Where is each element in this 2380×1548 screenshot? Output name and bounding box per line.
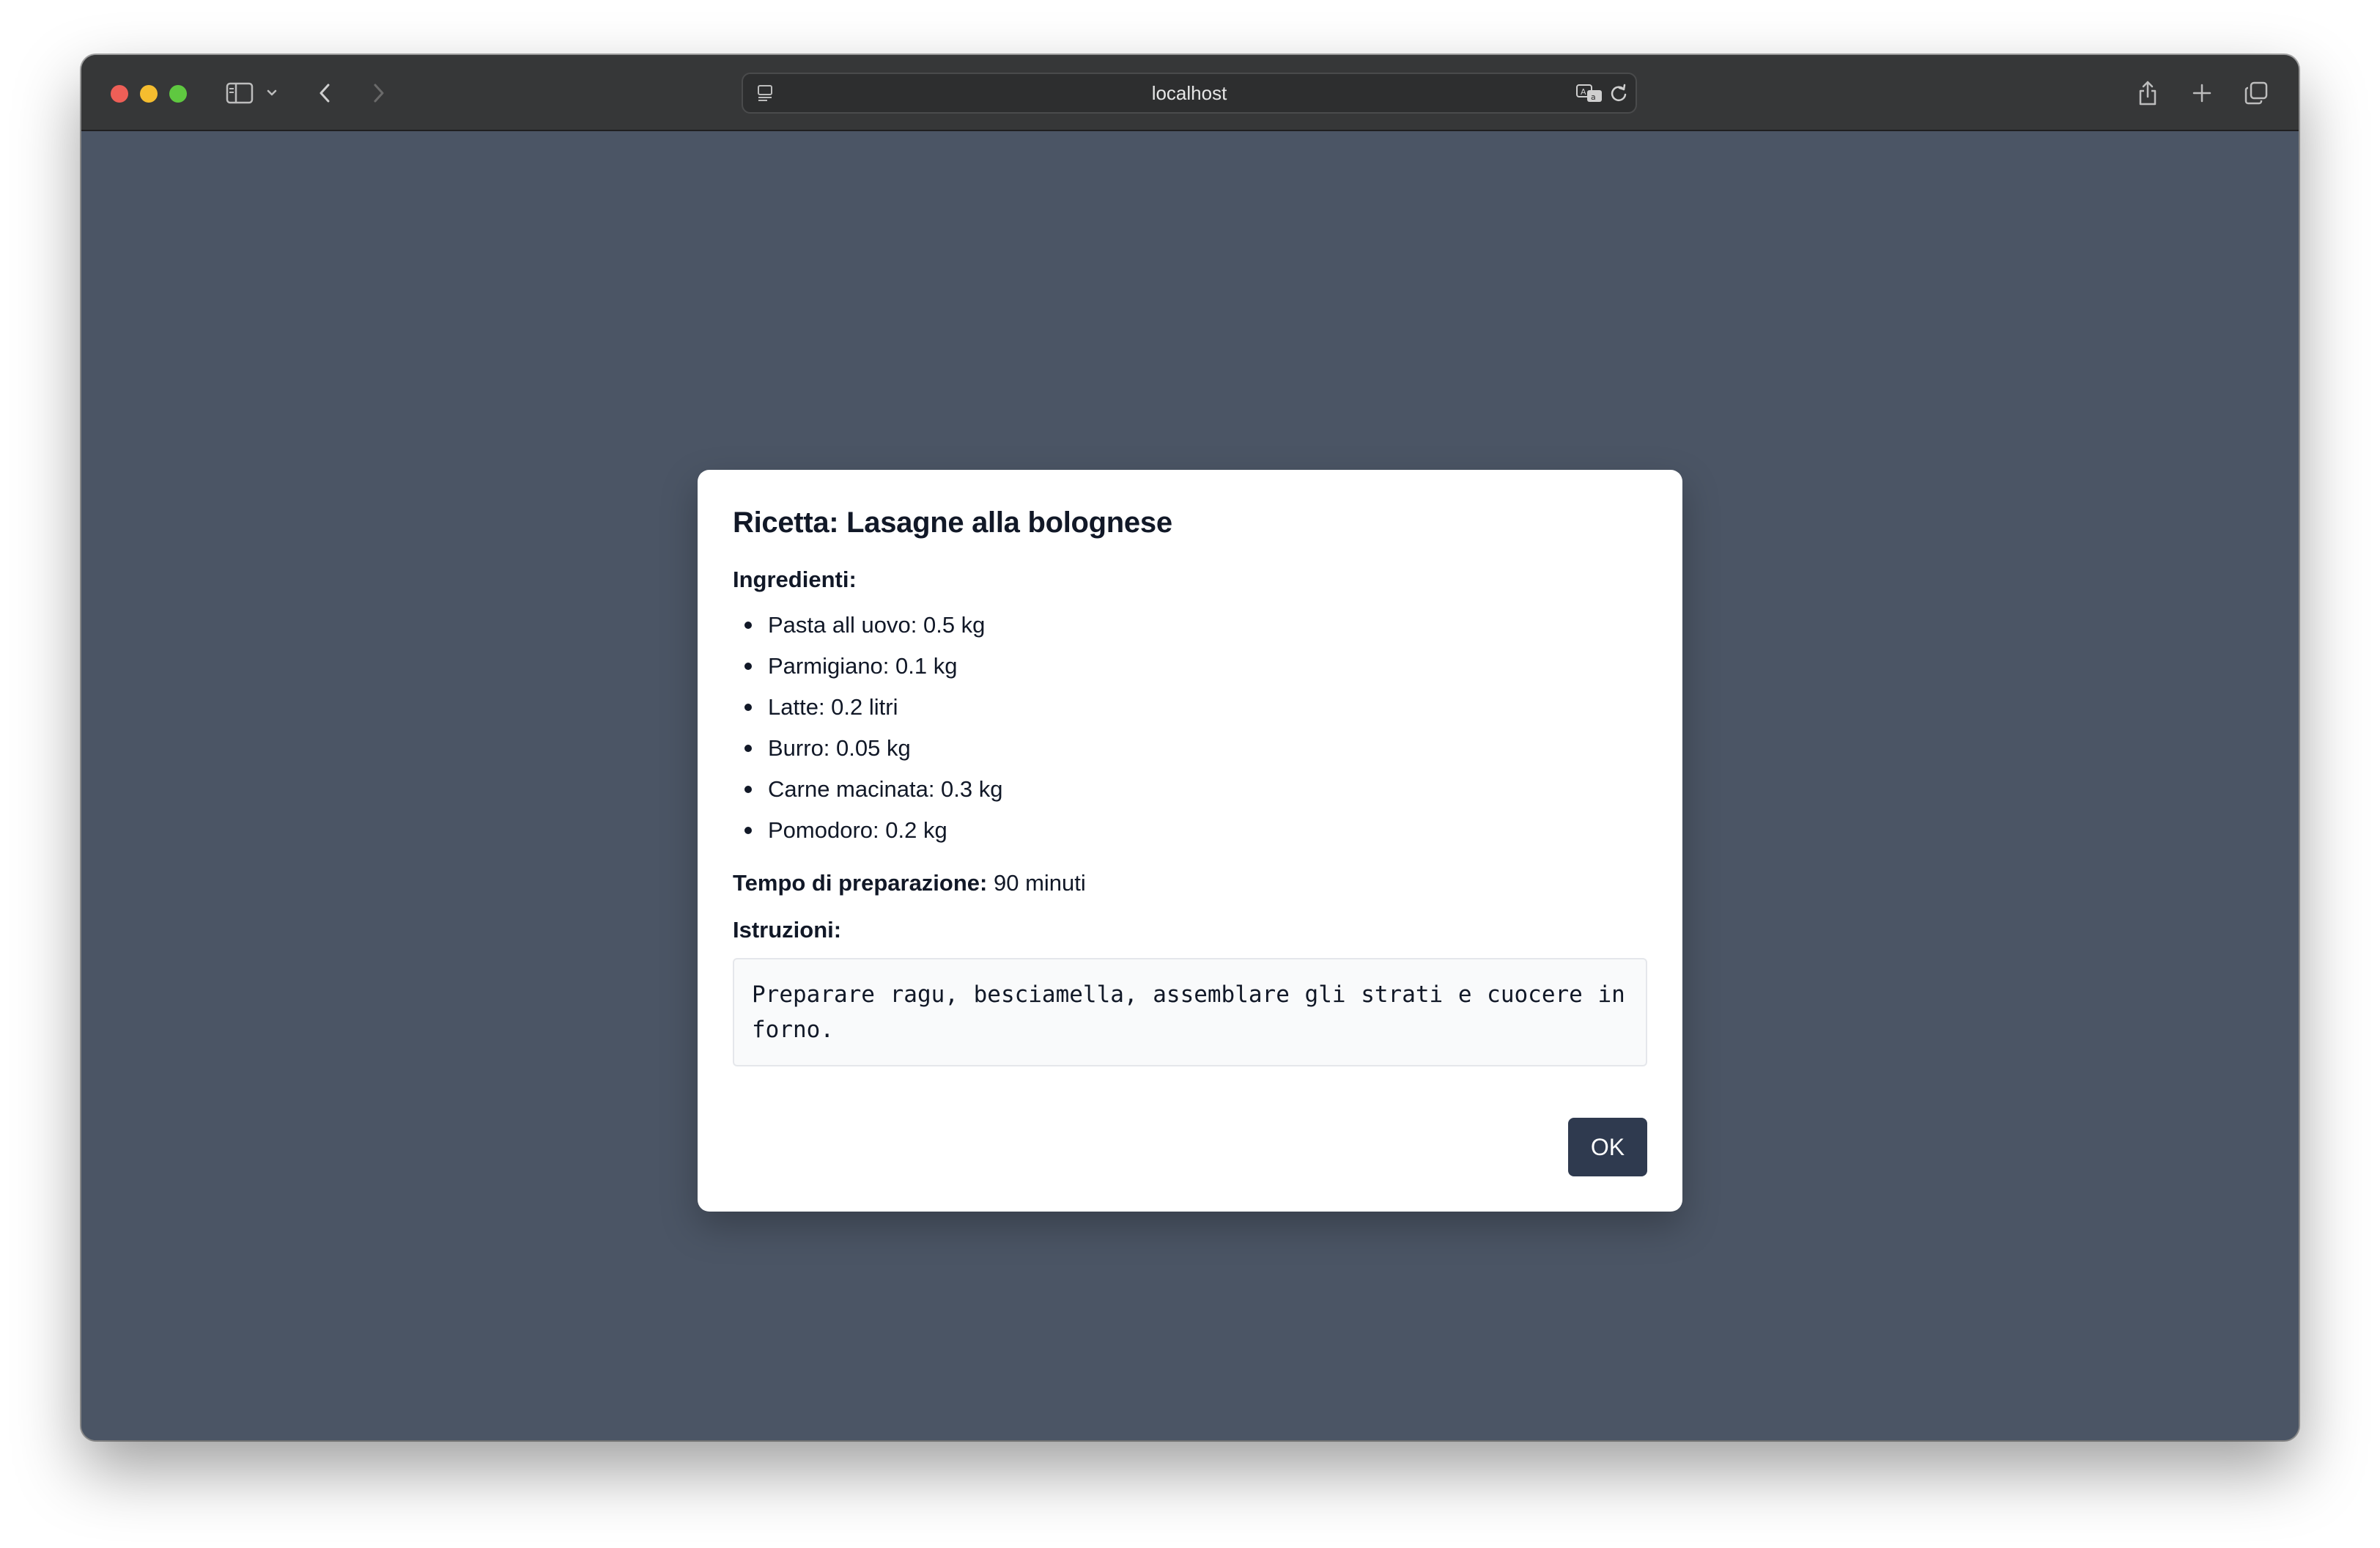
ingredient-item: Carne macinata: 0.3 kg (733, 769, 1647, 810)
bullet-icon (744, 786, 752, 793)
bullet-icon (744, 827, 752, 834)
tab-overview-icon[interactable] (2242, 77, 2271, 109)
sidebar-icon[interactable] (223, 77, 256, 109)
ingredient-text: Carne macinata: 0.3 kg (768, 776, 1003, 802)
ingredient-item: Parmigiano: 0.1 kg (733, 646, 1647, 687)
browser-window: localhost A a Ricetta: Lasagne alla bolo… (81, 55, 2299, 1440)
maximize-window-button[interactable] (169, 85, 187, 103)
forward-arrow-icon[interactable] (367, 77, 389, 109)
ingredient-text: Latte: 0.2 litri (768, 694, 898, 720)
plus-icon[interactable] (2187, 77, 2217, 109)
ingredient-text: Pomodoro: 0.2 kg (768, 817, 947, 843)
svg-text:A: A (1581, 87, 1586, 97)
prep-time: Tempo di preparazione: 90 minuti (733, 869, 1647, 898)
ingredients-label: Ingredienti: (733, 567, 857, 592)
dialog-title: Ricetta: Lasagne alla bolognese (733, 506, 1172, 539)
recipe-dialog: Ricetta: Lasagne alla bolognese Ingredie… (698, 470, 1682, 1212)
prep-time-label: Tempo di preparazione: (733, 870, 988, 896)
ingredient-item: Burro: 0.05 kg (733, 728, 1647, 769)
bullet-icon (744, 663, 752, 670)
chevron-down-icon[interactable] (263, 77, 281, 109)
close-window-button[interactable] (111, 85, 128, 103)
browser-toolbar: localhost A a (81, 55, 2299, 131)
bullet-icon (744, 622, 752, 629)
instructions-box: Preparare ragu, besciamella, assemblare … (733, 958, 1647, 1066)
ingredient-text: Pasta all uovo: 0.5 kg (768, 612, 986, 638)
translate-icon[interactable]: A a (1574, 77, 1606, 109)
bullet-icon (744, 745, 752, 752)
bullet-icon (744, 704, 752, 711)
reload-icon[interactable] (1606, 77, 1631, 109)
prep-time-value: 90 minuti (993, 870, 1086, 896)
svg-text:a: a (1591, 92, 1596, 102)
instructions-label: Istruzioni: (733, 917, 842, 943)
ingredient-text: Parmigiano: 0.1 kg (768, 653, 958, 679)
share-icon[interactable] (2133, 77, 2162, 109)
ingredient-item: Pasta all uovo: 0.5 kg (733, 605, 1647, 646)
ingredient-item: Pomodoro: 0.2 kg (733, 810, 1647, 851)
ingredient-text: Burro: 0.05 kg (768, 735, 911, 761)
ingredients-list: Pasta all uovo: 0.5 kg Parmigiano: 0.1 k… (733, 605, 1647, 851)
back-arrow-icon[interactable] (314, 77, 336, 109)
minimize-window-button[interactable] (140, 85, 158, 103)
page-content: Ricetta: Lasagne alla bolognese Ingredie… (81, 131, 2299, 1440)
address-bar[interactable]: localhost A a (742, 73, 1637, 114)
address-text: localhost (1151, 81, 1227, 104)
ingredient-item: Latte: 0.2 litri (733, 687, 1647, 728)
ok-button[interactable]: OK (1568, 1118, 1647, 1176)
